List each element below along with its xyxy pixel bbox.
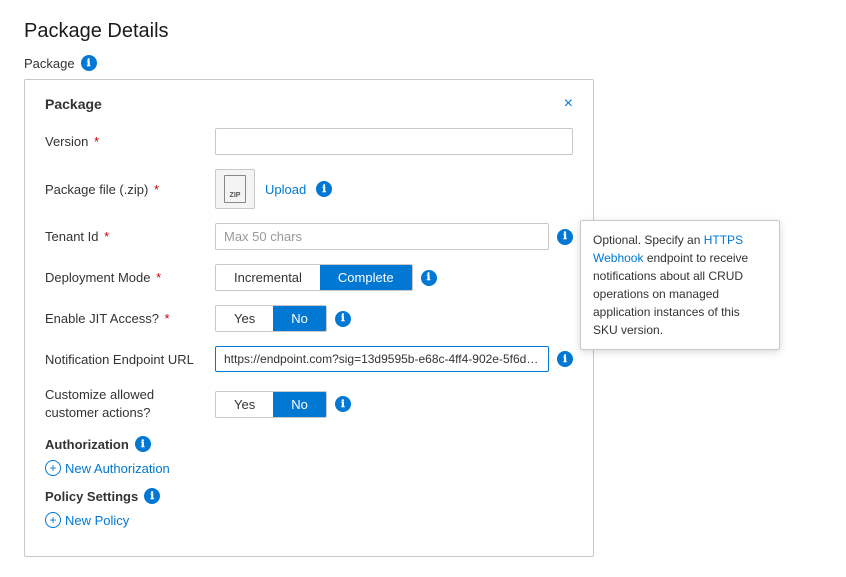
upload-info-icon[interactable]: ℹ	[316, 181, 332, 197]
package-section-info-icon[interactable]: ℹ	[81, 55, 97, 71]
new-policy-label: New Policy	[65, 513, 129, 528]
notification-url-row: Notification Endpoint URL ℹ	[45, 346, 573, 372]
enable-jit-control: Yes No ℹ	[215, 305, 573, 332]
upload-area: ZIP Upload ℹ	[215, 169, 573, 209]
zip-icon: ZIP	[215, 169, 255, 209]
jit-yes-button[interactable]: Yes	[216, 306, 273, 331]
policy-settings-section-label: Policy Settings ℹ	[45, 488, 573, 504]
tenant-id-input[interactable]	[215, 223, 549, 250]
card-title: Package	[45, 96, 102, 112]
new-policy-link[interactable]: + New Policy	[45, 512, 573, 528]
notification-url-tooltip: Optional. Specify an HTTPS Webhook endpo…	[580, 220, 780, 350]
customize-no-button[interactable]: No	[273, 392, 326, 417]
jit-no-button[interactable]: No	[273, 306, 326, 331]
version-input[interactable]	[215, 128, 573, 155]
new-authorization-label: New Authorization	[65, 461, 170, 476]
incremental-button[interactable]: Incremental	[216, 265, 320, 290]
deployment-mode-info-icon[interactable]: ℹ	[421, 270, 437, 286]
close-button[interactable]: ×	[564, 96, 573, 112]
enable-jit-toggle: Yes No	[215, 305, 327, 332]
authorization-section-label: Authorization ℹ	[45, 436, 573, 452]
package-card: Package × Version * Package file (.zip) …	[24, 79, 594, 557]
enable-jit-label: Enable JIT Access? *	[45, 311, 205, 326]
notification-url-info-icon[interactable]: ℹ	[557, 351, 573, 367]
customize-yes-button[interactable]: Yes	[216, 392, 273, 417]
customize-actions-toggle: Yes No	[215, 391, 327, 418]
notification-url-input[interactable]	[215, 346, 549, 372]
package-section-label: Package	[24, 56, 75, 71]
new-authorization-link[interactable]: + New Authorization	[45, 460, 573, 476]
policy-settings-info-icon[interactable]: ℹ	[144, 488, 160, 504]
tenant-id-control: ℹ	[215, 223, 573, 250]
zip-text: ZIP	[230, 192, 241, 199]
enable-jit-row: Enable JIT Access? * Yes No ℹ	[45, 305, 573, 332]
authorization-info-icon[interactable]: ℹ	[135, 436, 151, 452]
package-file-label: Package file (.zip) *	[45, 182, 205, 197]
tooltip-text-before: Optional. Specify an	[593, 233, 704, 247]
version-label: Version *	[45, 134, 205, 149]
deployment-mode-control: Incremental Complete ℹ	[215, 264, 573, 291]
tenant-id-label: Tenant Id *	[45, 229, 205, 244]
customize-actions-info-icon[interactable]: ℹ	[335, 396, 351, 412]
package-file-row: Package file (.zip) * ZIP Upload ℹ	[45, 169, 573, 209]
deployment-mode-toggle: Incremental Complete	[215, 264, 413, 291]
customize-actions-row: Customize allowed customer actions? Yes …	[45, 386, 573, 422]
deployment-mode-label: Deployment Mode *	[45, 270, 205, 285]
card-header: Package ×	[45, 96, 573, 112]
notification-url-label: Notification Endpoint URL	[45, 352, 205, 367]
tenant-id-row: Tenant Id * ℹ	[45, 223, 573, 250]
deployment-mode-row: Deployment Mode * Incremental Complete ℹ	[45, 264, 573, 291]
upload-link[interactable]: Upload	[265, 182, 306, 197]
zip-file-graphic: ZIP	[224, 175, 246, 203]
tenant-id-info-icon[interactable]: ℹ	[557, 229, 573, 245]
page-title: Package Details	[24, 20, 822, 43]
add-authorization-icon: +	[45, 460, 61, 476]
add-policy-icon: +	[45, 512, 61, 528]
version-row: Version *	[45, 128, 573, 155]
customize-actions-label: Customize allowed customer actions?	[45, 386, 205, 422]
jit-info-icon[interactable]: ℹ	[335, 311, 351, 327]
version-control	[215, 128, 573, 155]
notification-url-control: ℹ	[215, 346, 573, 372]
customize-actions-control: Yes No ℹ	[215, 391, 573, 418]
complete-button[interactable]: Complete	[320, 265, 412, 290]
